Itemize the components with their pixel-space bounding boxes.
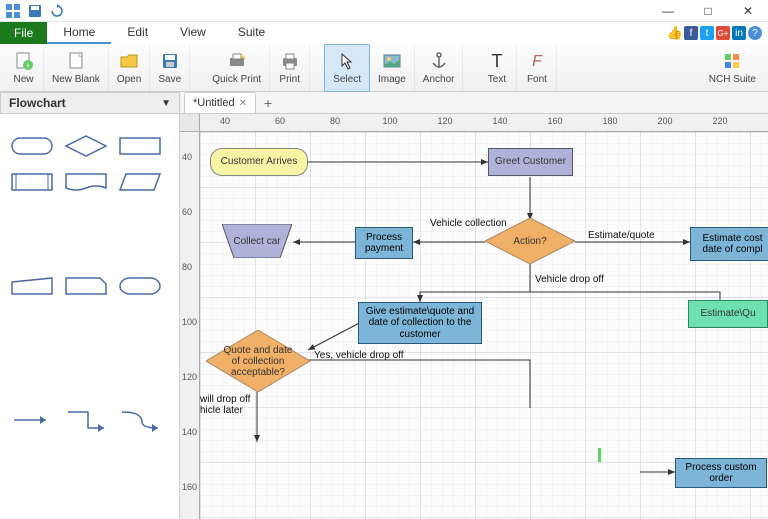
stencil-decision[interactable] xyxy=(64,134,108,158)
stencil-card[interactable] xyxy=(64,274,108,298)
shape-process-order[interactable]: Process custom order xyxy=(675,458,767,488)
stencil-process[interactable] xyxy=(118,134,162,158)
label-will-drop-off: will drop off hicle later xyxy=(200,394,260,416)
googleplus-icon[interactable]: G+ xyxy=(716,26,730,40)
text-icon: T xyxy=(486,50,508,72)
menu-suite[interactable]: Suite xyxy=(222,22,281,44)
anchor-button[interactable]: Anchor xyxy=(415,44,464,92)
shapes-panel xyxy=(0,114,180,519)
print-icon xyxy=(279,50,301,72)
select-button[interactable]: Select xyxy=(324,44,370,92)
shape-estimate-qu[interactable]: Estimate\Qu xyxy=(688,300,768,328)
menubar: File Home Edit View Suite 👍 f t G+ in ? xyxy=(0,22,768,44)
file-menu[interactable]: File xyxy=(0,22,47,44)
marker xyxy=(598,448,601,462)
add-tab-button[interactable]: + xyxy=(256,92,280,113)
menu-edit[interactable]: Edit xyxy=(111,22,164,44)
stencil-elbow[interactable] xyxy=(64,408,108,432)
shape-collect-car[interactable]: Collect car xyxy=(222,224,292,258)
shape-process-payment[interactable]: Process payment xyxy=(355,227,413,259)
close-icon[interactable]: ✕ xyxy=(239,98,247,109)
shapes-panel-header[interactable]: Flowchart ▼ xyxy=(0,92,180,114)
open-icon xyxy=(118,50,140,72)
stencil-terminator[interactable] xyxy=(10,134,54,158)
ribbon: +New New Blank Open Save Quick Print Pri… xyxy=(0,44,768,92)
label-yes-drop-off: Yes, vehicle drop off xyxy=(314,350,404,361)
ruler-vertical: 40 60 80 100 120 140 160 180 xyxy=(180,132,200,519)
new-icon: + xyxy=(13,50,35,72)
stencil-subprocess[interactable] xyxy=(10,170,54,194)
font-button[interactable]: FFont xyxy=(517,44,557,92)
svg-text:T: T xyxy=(491,51,502,71)
tab-label: *Untitled xyxy=(193,97,235,109)
new-blank-icon xyxy=(65,50,87,72)
maximize-button[interactable]: □ xyxy=(688,0,728,22)
quick-print-button[interactable]: Quick Print xyxy=(204,44,270,92)
nch-suite-button[interactable]: NCH Suite xyxy=(701,44,764,92)
help-icon[interactable]: ? xyxy=(748,26,762,40)
stencil-manual-input[interactable] xyxy=(10,274,54,298)
minimize-button[interactable]: — xyxy=(648,0,688,22)
shape-greet-customer[interactable]: Greet Customer xyxy=(488,148,573,176)
new-button[interactable]: +New xyxy=(4,44,44,92)
svg-text:F: F xyxy=(532,53,543,70)
label-vehicle-drop-off: Vehicle drop off xyxy=(535,274,604,285)
stencil-curve[interactable] xyxy=(118,408,162,432)
print-button[interactable]: Print xyxy=(270,44,310,92)
close-button[interactable]: ✕ xyxy=(728,0,768,22)
save-button[interactable]: Save xyxy=(150,44,190,92)
twitter-icon[interactable]: t xyxy=(700,26,714,40)
label-estimate-quote: Estimate/quote xyxy=(588,230,655,241)
canvas[interactable]: Customer Arrives Greet Customer Collect … xyxy=(200,132,768,519)
shape-quote-date[interactable]: Quote and date of collection acceptable? xyxy=(206,330,310,392)
shape-estimate-cost[interactable]: Estimate cost date of compl xyxy=(690,227,768,261)
label-vehicle-collection: Vehicle collection xyxy=(430,218,507,229)
suite-icon xyxy=(721,50,743,72)
select-icon xyxy=(336,50,358,72)
menu-view[interactable]: View xyxy=(164,22,222,44)
new-blank-button[interactable]: New Blank xyxy=(44,44,109,92)
shapes-panel-title: Flowchart xyxy=(9,96,66,110)
tabbar: *Untitled ✕ + xyxy=(180,92,768,114)
anchor-icon xyxy=(428,50,450,72)
shape-give-estimate[interactable]: Give estimate\quote and date of collecti… xyxy=(358,302,482,344)
image-icon xyxy=(381,50,403,72)
tab-untitled[interactable]: *Untitled ✕ xyxy=(184,92,256,113)
font-icon: F xyxy=(526,50,548,72)
save-quick-icon[interactable] xyxy=(26,2,44,20)
chevron-down-icon: ▼ xyxy=(161,98,171,109)
ruler-horizontal: 40 60 80 100 120 140 160 180 200 220 240 xyxy=(200,114,768,132)
menu-home[interactable]: Home xyxy=(47,22,111,44)
text-button[interactable]: TText xyxy=(477,44,517,92)
shape-customer-arrives[interactable]: Customer Arrives xyxy=(210,148,308,176)
open-button[interactable]: Open xyxy=(109,44,150,92)
quick-print-icon xyxy=(226,50,248,72)
like-icon[interactable]: 👍 xyxy=(668,26,682,40)
save-icon xyxy=(159,50,181,72)
facebook-icon[interactable]: f xyxy=(684,26,698,40)
stencil-data[interactable] xyxy=(118,170,162,194)
linkedin-icon[interactable]: in xyxy=(732,26,746,40)
canvas-area: 40 60 80 100 120 140 160 180 200 220 240… xyxy=(180,114,768,519)
ruler-corner xyxy=(180,114,200,132)
refresh-icon[interactable] xyxy=(48,2,66,20)
stencil-rounded[interactable] xyxy=(118,274,162,298)
app-icon[interactable] xyxy=(4,2,22,20)
titlebar: — □ ✕ xyxy=(0,0,768,22)
stencil-arrow[interactable] xyxy=(10,408,54,432)
svg-text:+: + xyxy=(25,61,30,70)
image-button[interactable]: Image xyxy=(370,44,415,92)
stencil-document[interactable] xyxy=(64,170,108,194)
